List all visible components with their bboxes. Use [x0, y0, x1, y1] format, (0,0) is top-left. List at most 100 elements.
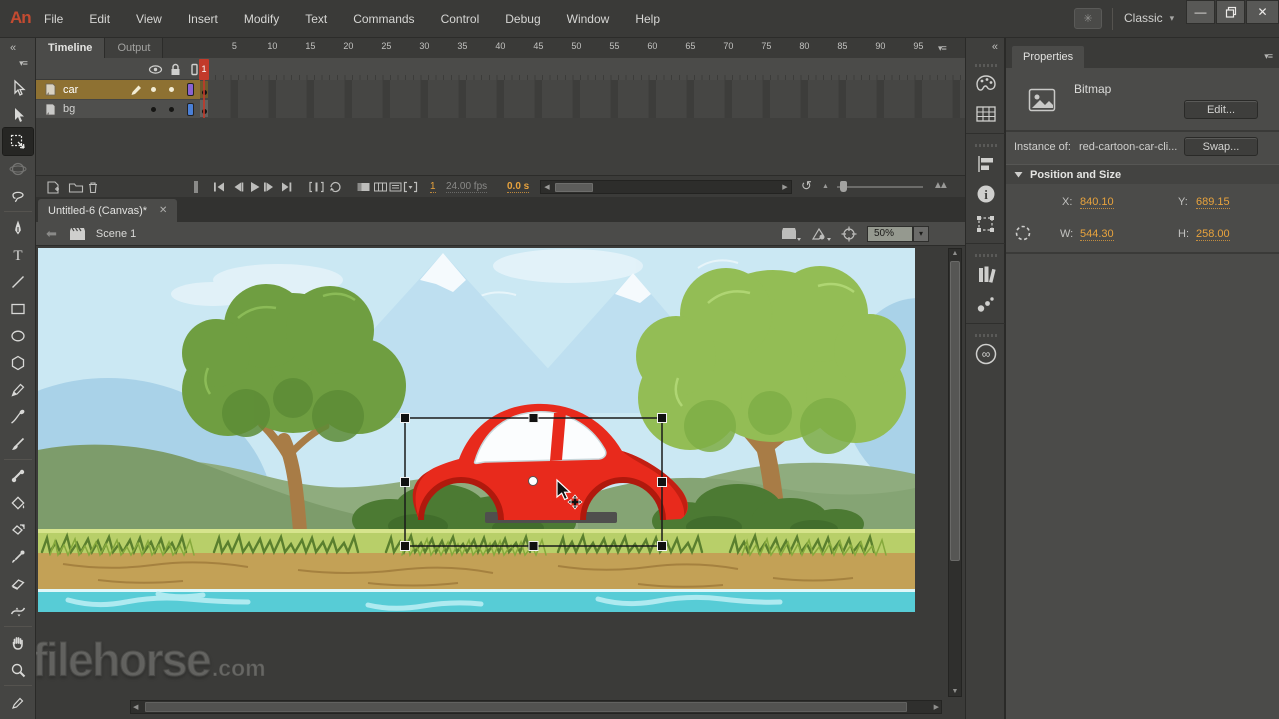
- scroll-down-icon[interactable]: ▼: [949, 688, 961, 695]
- menu-window[interactable]: Window: [567, 12, 610, 26]
- bone-tool[interactable]: [3, 462, 33, 489]
- selection-tool[interactable]: [3, 74, 33, 101]
- layer-visibility-dot[interactable]: [151, 107, 156, 112]
- timeline-panel-menu-icon[interactable]: ▾≡: [938, 43, 946, 54]
- frame-zoom-in-icon[interactable]: ▲▲: [933, 180, 945, 191]
- scrollbar-thumb[interactable]: [145, 702, 907, 712]
- pen-tool[interactable]: [3, 214, 33, 241]
- go-to-last-frame-button[interactable]: [278, 179, 296, 195]
- frame-rate-value[interactable]: 24.00 fps: [446, 181, 487, 193]
- transform-point[interactable]: [529, 477, 538, 486]
- menu-control[interactable]: Control: [441, 12, 480, 26]
- collapse-dock-icon[interactable]: «: [992, 41, 998, 53]
- modify-markers-button[interactable]: [402, 179, 420, 195]
- menu-edit[interactable]: Edit: [89, 12, 110, 26]
- menu-modify[interactable]: Modify: [244, 12, 279, 26]
- step-forward-button[interactable]: [260, 179, 278, 195]
- edit-button[interactable]: Edit...: [1184, 100, 1258, 119]
- rectangle-tool[interactable]: [3, 295, 33, 322]
- center-stage-icon[interactable]: [841, 226, 857, 242]
- stage-zoom-dropdown-icon[interactable]: ▾: [913, 226, 929, 242]
- edit-scene-icon[interactable]: [781, 227, 801, 241]
- text-tool[interactable]: T: [3, 241, 33, 268]
- color-panel-button[interactable]: [966, 69, 1006, 99]
- stage-zoom-input[interactable]: 50%: [867, 226, 913, 242]
- layer-lock-dot[interactable]: [169, 107, 174, 112]
- timeline-ruler[interactable]: [200, 58, 965, 80]
- current-frame-value[interactable]: 1: [430, 181, 436, 193]
- layer-row-car[interactable]: car: [36, 80, 965, 99]
- eyedropper-tool[interactable]: [3, 543, 33, 570]
- frame-zoom-out-icon[interactable]: ▲: [822, 183, 829, 190]
- link-width-height-icon[interactable]: [1014, 224, 1032, 242]
- tab-output[interactable]: Output: [105, 38, 163, 58]
- layer-outline-color-swatch[interactable]: [187, 83, 194, 96]
- subselection-tool[interactable]: [3, 101, 33, 128]
- menu-file[interactable]: File: [44, 12, 63, 26]
- lasso-tool[interactable]: [3, 182, 33, 209]
- tab-properties[interactable]: Properties: [1012, 46, 1084, 68]
- stage-pasteboard[interactable]: ▲ ▼ ◀ ▶ filehorse .com: [36, 246, 965, 719]
- back-arrow-icon[interactable]: ⬅: [46, 226, 57, 242]
- brush-tool[interactable]: [3, 403, 33, 430]
- stage-horizontal-scrollbar[interactable]: ◀ ▶: [130, 700, 942, 714]
- paint-bucket-tool[interactable]: [3, 489, 33, 516]
- properties-panel-menu-icon[interactable]: ▾≡: [1264, 51, 1272, 62]
- height-value[interactable]: 258.00: [1196, 228, 1230, 241]
- minimize-button[interactable]: —: [1186, 0, 1215, 24]
- menu-text[interactable]: Text: [305, 12, 327, 26]
- polystar-tool[interactable]: [3, 349, 33, 376]
- tab-timeline[interactable]: Timeline: [36, 38, 105, 58]
- scroll-up-icon[interactable]: ▲: [949, 250, 961, 257]
- close-button[interactable]: ✕: [1246, 0, 1279, 24]
- zoom-tool[interactable]: [3, 656, 33, 683]
- document-tab[interactable]: Untitled-6 (Canvas)* ✕: [38, 199, 177, 222]
- rotation-3d-tool[interactable]: [3, 155, 33, 182]
- new-folder-button[interactable]: [67, 179, 85, 195]
- lock-all-layers-icon[interactable]: [167, 61, 183, 77]
- collapse-tools-icon[interactable]: «: [2, 41, 24, 55]
- library-panel-button[interactable]: [966, 259, 1006, 289]
- scrollbar-thumb[interactable]: [555, 183, 593, 192]
- playhead-marker[interactable]: 1: [199, 59, 209, 80]
- layer-outline-color-swatch[interactable]: [187, 103, 194, 116]
- menu-commands[interactable]: Commands: [353, 12, 414, 26]
- show-hide-all-layers-icon[interactable]: [147, 61, 163, 77]
- scene-breadcrumb[interactable]: Scene 1: [69, 227, 136, 241]
- transform-panel-button[interactable]: [966, 209, 1006, 239]
- edit-symbols-icon[interactable]: [811, 227, 831, 241]
- layer-row-bg[interactable]: bg: [36, 99, 965, 118]
- sync-settings-button[interactable]: ✳: [1074, 8, 1102, 29]
- stage-vertical-scrollbar[interactable]: ▲ ▼: [948, 248, 962, 697]
- info-panel-button[interactable]: i: [966, 179, 1006, 209]
- restore-button[interactable]: [1216, 0, 1245, 24]
- tools-panel-menu-icon[interactable]: ▾≡: [12, 56, 34, 70]
- reset-timeline-zoom-icon[interactable]: ↺: [801, 178, 812, 194]
- dock-gripper[interactable]: [975, 144, 997, 147]
- scroll-left-icon[interactable]: ◀: [133, 703, 138, 711]
- scroll-left-icon[interactable]: ◀: [541, 183, 553, 191]
- dock-gripper[interactable]: [975, 334, 997, 337]
- frame-zoom-slider[interactable]: [837, 186, 923, 188]
- center-frame-button[interactable]: [307, 179, 325, 195]
- menu-insert[interactable]: Insert: [188, 12, 218, 26]
- delete-layer-button[interactable]: [84, 179, 102, 195]
- timeline-horizontal-scrollbar[interactable]: ◀ ▶: [540, 180, 792, 194]
- menu-help[interactable]: Help: [635, 12, 660, 26]
- scroll-right-icon[interactable]: ▶: [779, 183, 791, 191]
- workspace-switcher[interactable]: Classic ▾: [1124, 11, 1174, 25]
- scroll-right-icon[interactable]: ▶: [934, 703, 939, 711]
- panel-resize-handle[interactable]: [194, 181, 198, 193]
- oval-tool[interactable]: [3, 322, 33, 349]
- line-tool[interactable]: [3, 268, 33, 295]
- free-transform-tool[interactable]: [3, 128, 33, 155]
- menu-view[interactable]: View: [136, 12, 162, 26]
- loop-playback-button[interactable]: [326, 179, 344, 195]
- position-and-size-section-header[interactable]: Position and Size: [1006, 164, 1279, 184]
- layer-lock-dot[interactable]: [169, 87, 174, 92]
- playhead-line[interactable]: [203, 80, 205, 118]
- stroke-color-tool[interactable]: [3, 688, 33, 715]
- brush-library-panel-button[interactable]: [966, 289, 1006, 319]
- layer-visibility-dot[interactable]: [151, 87, 156, 92]
- paint-brush-tool[interactable]: [3, 430, 33, 457]
